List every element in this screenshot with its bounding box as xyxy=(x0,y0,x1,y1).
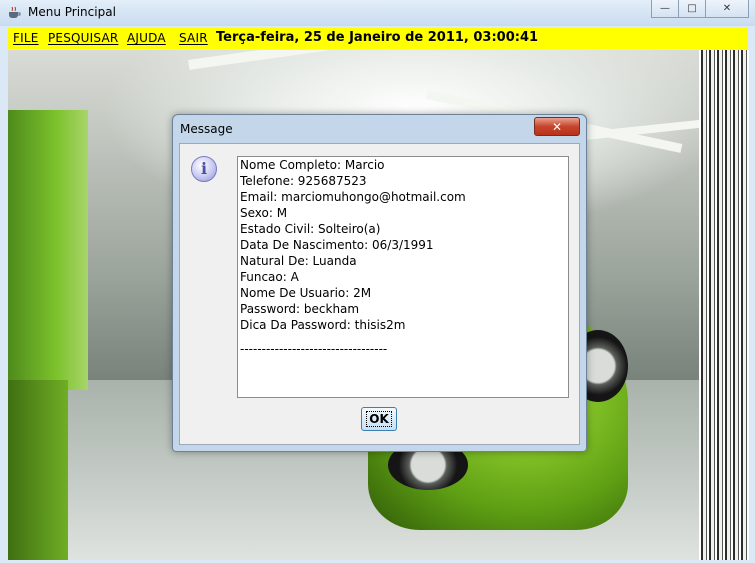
date-time-clock: Terça-feira, 25 de Janeiro de 2011, 03:0… xyxy=(216,30,539,45)
close-button[interactable]: ✕ xyxy=(706,0,749,18)
wallpaper-green-wall xyxy=(8,110,88,390)
dialog-body: i Nome Completo: Marcio Telefone: 925687… xyxy=(179,143,580,445)
maximize-button[interactable]: □ xyxy=(679,0,706,18)
menu-file[interactable]: FILE xyxy=(13,31,39,45)
menu-bar: FILE PESQUISAR AJUDA SAIR Terça-feira, 2… xyxy=(8,28,748,49)
menu-pesquisar[interactable]: PESQUISAR xyxy=(48,31,118,45)
message-line-phone: Telefone: 925687523 xyxy=(240,174,367,188)
message-line-civil-status: Estado Civil: Solteiro(a) xyxy=(240,222,381,236)
message-gap xyxy=(238,333,568,341)
message-line-sex: Sexo: M xyxy=(240,206,288,220)
message-dialog: Message ✕ i Nome Completo: Marcio Telefo… xyxy=(172,114,587,452)
title-bar[interactable]: Menu Principal — □ ✕ xyxy=(0,0,755,26)
dialog-title: Message xyxy=(180,122,233,136)
message-separator: ---------------------------------- xyxy=(240,342,388,356)
wallpaper-glitch-stripes xyxy=(699,50,749,560)
wallpaper-green-wall xyxy=(8,380,68,560)
ceiling-light xyxy=(188,50,487,70)
dialog-close-button[interactable]: ✕ xyxy=(534,117,580,136)
message-line-username: Nome De Usuario: 2M xyxy=(240,286,372,300)
window-controls: — □ ✕ xyxy=(651,0,749,19)
menu-ajuda[interactable]: AJUDA xyxy=(127,31,166,45)
message-line-function: Funcao: A xyxy=(240,270,299,284)
window-title: Menu Principal xyxy=(28,5,116,19)
minimize-button[interactable]: — xyxy=(651,0,679,18)
info-icon: i xyxy=(191,156,217,182)
ok-button[interactable]: OK xyxy=(361,407,397,431)
message-line-birth-date: Data De Nascimento: 06/3/1991 xyxy=(240,238,434,252)
message-line-birthplace: Natural De: Luanda xyxy=(240,254,357,268)
message-line-email: Email: marciomuhongo@hotmail.com xyxy=(240,190,466,204)
message-line-password-hint: Dica Da Password: thisis2m xyxy=(240,318,406,332)
message-line-name: Nome Completo: Marcio xyxy=(240,158,385,172)
menu-sair[interactable]: SAIR xyxy=(179,31,208,45)
message-line-password: Password: beckham xyxy=(240,302,360,316)
ok-button-label: OK xyxy=(366,411,392,427)
message-text-area[interactable]: Nome Completo: Marcio Telefone: 92568752… xyxy=(237,156,569,398)
java-cup-icon xyxy=(9,6,21,18)
